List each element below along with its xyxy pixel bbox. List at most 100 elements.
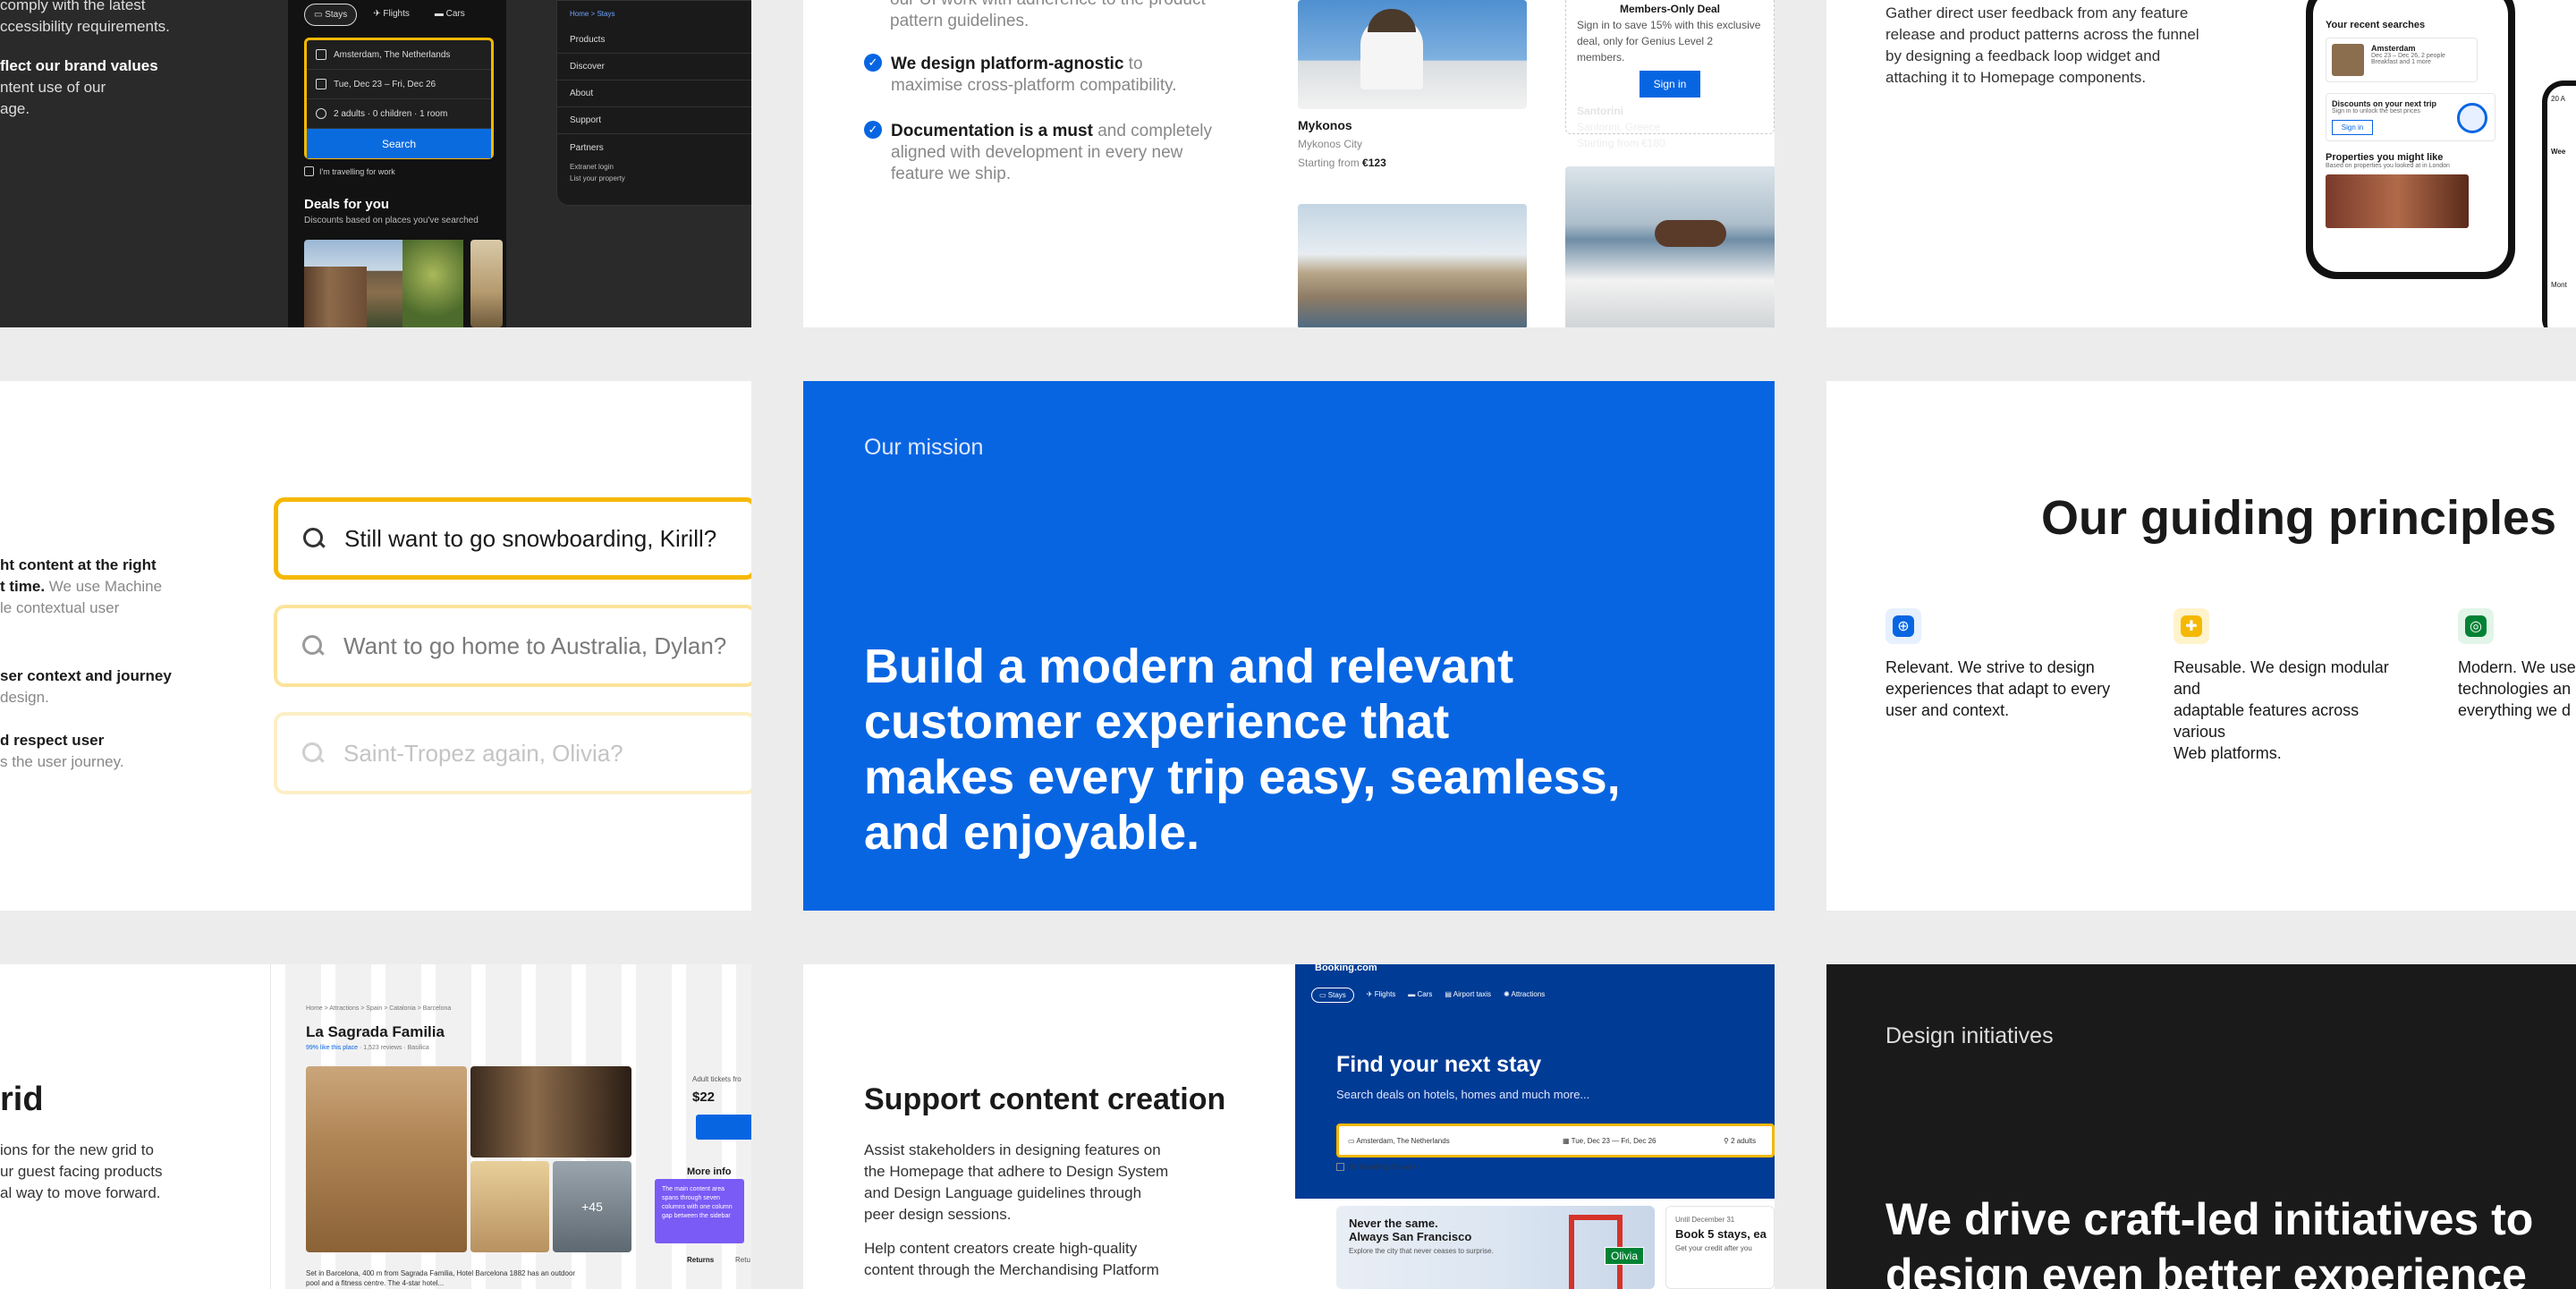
dates-field[interactable]: Tue, Dec 23 – Fri, Dec 26 xyxy=(307,70,491,99)
guests-field[interactable]: ⚲ 2 adults xyxy=(1724,1137,1756,1145)
point-rest: and completely xyxy=(1092,122,1212,140)
hero-title: Find your next stay xyxy=(1336,1052,1542,1077)
point-line: feature we ship. xyxy=(891,165,1012,183)
menu-item-discover[interactable]: Discover xyxy=(557,54,751,81)
text-line: pattern guidelines. xyxy=(890,12,1030,30)
principle-line: user and context. xyxy=(1885,701,2010,719)
text-line: our UI work with adherence to the produc… xyxy=(890,0,1206,11)
checkbox-label: I'm travelling for work xyxy=(1349,1163,1417,1171)
property-photo[interactable] xyxy=(2326,174,2469,228)
field-value: Tue, Dec 23 – Fri, Dec 26 xyxy=(334,79,436,89)
book-button[interactable] xyxy=(696,1115,751,1140)
returns-label: Returns xyxy=(687,1256,715,1264)
tile-description: comply with the latest ccessibility requ… xyxy=(0,0,259,120)
mykonos-photo[interactable] xyxy=(1298,0,1527,109)
deals-title: Deals for you xyxy=(304,197,390,212)
nav-label: Cars xyxy=(1417,990,1433,998)
field-value: 2 adults xyxy=(1731,1136,1757,1145)
tab-stays[interactable]: ▭ Stays xyxy=(304,4,358,26)
initiatives-tile: Design initiatives We drive craft-led in… xyxy=(1826,964,2576,1289)
phone-mockup: Your recent searches Amsterdam Dec 23 – … xyxy=(2306,0,2515,279)
dates-field[interactable]: ▦ Tue, Dec 23 — Fri, Dec 26 xyxy=(1563,1137,1724,1145)
search-text: Want to go home to Australia, Dylan? xyxy=(343,632,727,659)
statement-line: customer experience that xyxy=(864,695,1450,749)
nav-attractions[interactable]: ✺ Attractions xyxy=(1504,988,1545,1003)
bed-icon xyxy=(316,49,326,60)
person-icon: ⚲ xyxy=(1724,1136,1732,1145)
search-bar-active[interactable]: Still want to go snowboarding, Kirill? xyxy=(274,497,751,580)
menu-item-support[interactable]: Support xyxy=(557,107,751,134)
edge-text: Wee xyxy=(2551,148,2566,156)
menu-item-about[interactable]: About xyxy=(557,81,751,107)
nav-stays[interactable]: ▭ Stays xyxy=(1311,988,1354,1003)
recent-meta: Breakfast and 1 more xyxy=(2371,59,2431,65)
deal-text: deal, only for Genius Level 2 members. xyxy=(1577,35,1714,64)
signin-button[interactable]: Sign in xyxy=(2332,120,2373,135)
nav-taxis[interactable]: ▤ Airport taxis xyxy=(1445,988,1491,1003)
side-photo[interactable]: +45 xyxy=(553,1161,631,1252)
menu-breadcrumb: Home > Stays xyxy=(570,10,615,18)
work-checkbox[interactable]: I'm travelling for work xyxy=(1336,1163,1416,1171)
site-search-bar: ▭ Amsterdam, The Netherlands ▦ Tue, Dec … xyxy=(1336,1124,1775,1158)
brand-logo[interactable]: Booking.com xyxy=(1315,964,1377,973)
nav-label: Airport taxis xyxy=(1453,990,1491,998)
gray-text: We use Machine xyxy=(45,578,163,595)
content-creation-tile: Support content creation Assist stakehol… xyxy=(803,964,1775,1289)
principle-line: everything we d xyxy=(2458,701,2572,719)
pool-photo[interactable] xyxy=(1565,166,1775,327)
text-line: ccessibility requirements. xyxy=(0,18,170,35)
tile-description: ht content at the right t time. We use M… xyxy=(0,555,215,773)
menu-item-products[interactable]: Products xyxy=(557,27,751,54)
card-price: Starting from €123 xyxy=(1298,157,1386,169)
tab-flights[interactable]: ✈ Flights xyxy=(364,4,419,26)
globe-icon: ◎ xyxy=(2458,608,2494,644)
recent-search-card[interactable]: Amsterdam Dec 23 – Dec 26, 2 people Brea… xyxy=(2326,38,2478,82)
bed-icon: ▭ xyxy=(314,10,326,20)
search-button[interactable]: Search xyxy=(307,129,491,158)
search-text: Saint-Tropez again, Olivia? xyxy=(343,739,623,767)
amsterdam-photo[interactable] xyxy=(304,240,463,327)
point-text: We design platform-agnostic to maximise c… xyxy=(891,54,1213,97)
main-photo[interactable] xyxy=(306,1066,467,1252)
point-bold: Documentation is a must xyxy=(891,122,1093,140)
menu-item-partners[interactable]: Partners xyxy=(557,134,751,161)
promo-card[interactable]: Never the same. Always San Francisco Exp… xyxy=(1336,1206,1655,1289)
principles-title: Our guiding principles xyxy=(2041,491,2557,545)
attraction-breadcrumb[interactable]: Home > Attractions > Spain > Catalonia >… xyxy=(306,1005,451,1012)
menu-list-property-link[interactable]: List your property xyxy=(557,173,751,184)
recent-searches-title: Your recent searches xyxy=(2326,20,2426,30)
tab-cars[interactable]: ▬ Cars xyxy=(426,4,474,26)
ghost-card-name: Santorini xyxy=(1577,105,1624,117)
deal-signin-button[interactable]: Sign in xyxy=(1640,71,1700,98)
destination-field[interactable]: ▭ Amsterdam, The Netherlands xyxy=(1339,1137,1563,1145)
menu-extranet-link[interactable]: Extranet login xyxy=(557,161,751,173)
london-photo[interactable] xyxy=(470,240,503,327)
taxi-icon: ▤ xyxy=(1445,990,1453,998)
guests-field[interactable]: 2 adults · 0 children · 1 room xyxy=(307,99,491,129)
roof-shape xyxy=(1368,9,1416,32)
ghost-card-city: Santorini, Greece xyxy=(1577,121,1661,133)
olivia-tag: Olivia xyxy=(1605,1247,1645,1265)
search-bar-suggestion[interactable]: Want to go home to Australia, Dylan? xyxy=(274,605,751,687)
destination-field[interactable]: Amsterdam, The Netherlands xyxy=(307,40,491,70)
harbour-photo[interactable] xyxy=(1298,204,1527,327)
search-bar-suggestion[interactable]: Saint-Tropez again, Olivia? xyxy=(274,712,751,794)
nav-flights[interactable]: ✈ Flights xyxy=(1367,988,1396,1003)
initiatives-label: Design initiatives xyxy=(1885,1023,2054,1048)
price-label: Starting from xyxy=(1298,157,1360,169)
side-photo[interactable] xyxy=(470,1161,549,1252)
desc-line: Set in Barcelona, 400 m from Sagrada Fam… xyxy=(306,1269,576,1277)
principle-line: Reusable. We design modular and xyxy=(2174,658,2389,698)
offer-card[interactable]: Until December 31 Book 5 stays, ea Get y… xyxy=(1665,1206,1775,1289)
side-photo[interactable] xyxy=(470,1066,631,1158)
calendar-icon: ▦ xyxy=(1563,1136,1572,1145)
principle-line: Relevant. We strive to design xyxy=(1885,658,2095,676)
calendar-icon xyxy=(316,79,326,89)
initiatives-statement: We drive craft-led initiatives to design… xyxy=(1885,1191,2533,1289)
text-line: content through the Merchandising Platfo… xyxy=(864,1261,1159,1278)
nav-cars[interactable]: ▬ Cars xyxy=(1408,988,1432,1003)
principle-relevant: ⊕ Relevant. We strive to design experien… xyxy=(1885,608,2127,721)
vertical-tabs: ▭ Stays ✈ Flights ▬ Cars xyxy=(304,4,474,26)
work-checkbox[interactable]: I'm travelling for work xyxy=(304,166,395,176)
menu-panel: Home > Stays Products Discover About Sup… xyxy=(556,0,751,206)
